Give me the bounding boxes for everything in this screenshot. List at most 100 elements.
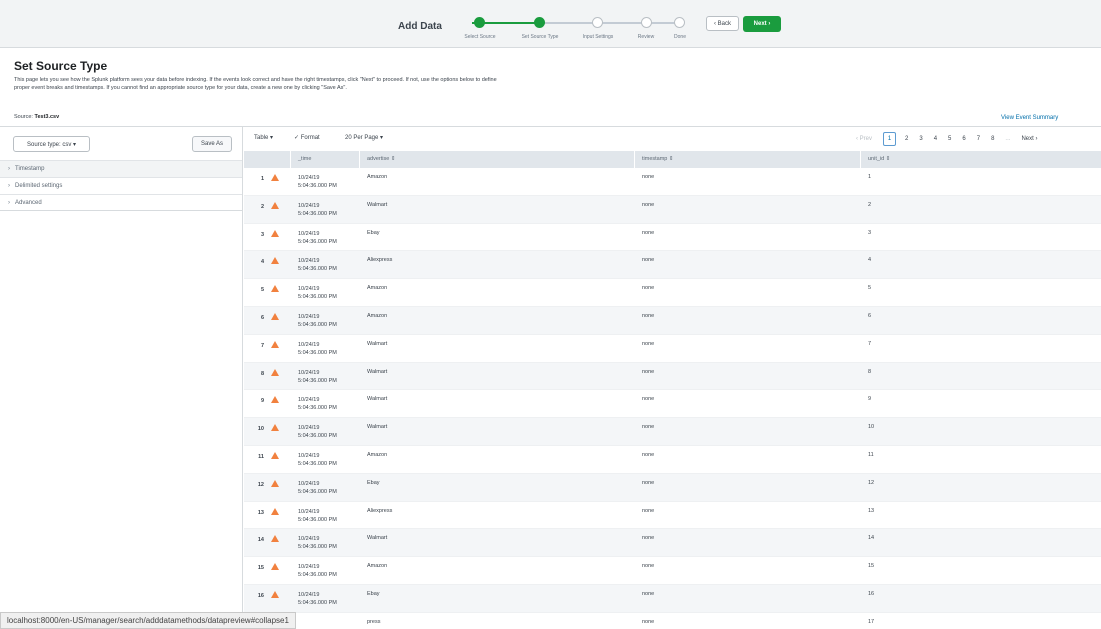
wizard-title: Add Data — [398, 21, 442, 32]
cell-timestamp: none — [642, 257, 655, 264]
events-table: _time advertise ⇕ timestamp ⇕ unit_id ⇕ … — [244, 151, 1101, 629]
page-button-8[interactable]: 8 — [991, 136, 994, 142]
table-row[interactable]: 6 10/24/19 5:04:36.000 PM Amazon none 6 — [244, 306, 1101, 335]
page-button-1[interactable]: 1 — [883, 131, 897, 146]
step-dot-input-settings — [592, 17, 603, 28]
event-time: 10/24/19 5:04:36.000 PM — [298, 424, 337, 440]
table-row[interactable]: 17pressnone17 — [244, 613, 1101, 629]
cell-unit-id: 1 — [868, 174, 872, 180]
warning-icon[interactable] — [271, 201, 279, 209]
cell-unit-id: 6 — [868, 312, 872, 319]
event-date: 10/24/19 — [298, 452, 320, 459]
row-number: 1 — [260, 176, 264, 182]
table-view-dropdown[interactable]: Table ▾ — [254, 134, 273, 141]
back-button[interactable]: ‹ Back — [706, 16, 739, 31]
event-date: 10/24/19 — [298, 425, 320, 432]
warning-icon[interactable] — [271, 479, 279, 487]
step-dot-set-source-type — [534, 17, 545, 28]
cell-unit-id: 3 — [868, 229, 872, 236]
cell-unit-id: 5 — [868, 285, 872, 292]
table-row[interactable]: 12 10/24/19 5:04:36.000 PM Ebay none 12 — [244, 473, 1101, 502]
warning-icon[interactable] — [271, 174, 279, 181]
table-row[interactable]: 7 10/24/19 5:04:36.000 PM Walmart none 7 — [244, 335, 1101, 363]
warning-icon[interactable] — [271, 451, 279, 459]
event-clock: 5:04:36.000 PM — [298, 294, 337, 301]
event-clock: 5:04:36.000 PM — [298, 321, 337, 328]
table-row[interactable]: 11 10/24/19 5:04:36.000 PM Amazon none 11 — [244, 446, 1101, 474]
accordion-timestamp[interactable]: › Timestamp — [0, 160, 242, 177]
warning-icon[interactable] — [271, 563, 279, 571]
warning-icon[interactable] — [271, 229, 279, 237]
warning-icon[interactable] — [271, 507, 279, 515]
warning-icon[interactable] — [271, 535, 279, 543]
warning-icon[interactable] — [271, 396, 279, 404]
column-header-time[interactable]: _time — [298, 156, 311, 162]
row-number: 3 — [260, 231, 264, 238]
next-button[interactable]: Next › — [743, 16, 781, 32]
pagination: ‹ Prev 1 2 3 4 5 6 7 8 ... Next › — [856, 131, 1048, 146]
prev-page-button[interactable]: ‹ Prev — [856, 136, 872, 142]
cell-timestamp: none — [642, 590, 655, 597]
table-row[interactable]: 1 10/24/19 5:04:36.000 PM Amazon none 1 — [244, 168, 1101, 196]
table-row[interactable]: 2 10/24/19 5:04:36.000 PM Walmart none 2 — [244, 195, 1101, 224]
per-page-dropdown[interactable]: 20 Per Page ▾ — [345, 134, 383, 141]
event-date: 10/24/19 — [298, 480, 320, 487]
table-row[interactable]: 13 10/24/19 5:04:36.000 PM Aliexpress none 13 — [244, 502, 1101, 530]
column-header-advertise[interactable]: advertise ⇕ — [367, 156, 395, 162]
chevron-right-icon: › — [8, 166, 10, 172]
cell-unit-id: 7 — [868, 340, 872, 347]
cell-timestamp: none — [642, 396, 655, 403]
row-number: 10 — [257, 426, 264, 433]
warning-icon[interactable] — [271, 590, 279, 598]
warning-icon[interactable] — [271, 285, 279, 293]
row-number: 7 — [260, 342, 264, 349]
table-row[interactable]: 4 10/24/19 5:04:36.000 PM Aliexpress none 4 — [244, 251, 1101, 280]
page-button-4[interactable]: 4 — [934, 136, 937, 142]
view-event-summary-link[interactable]: View Event Summary — [1001, 115, 1058, 121]
page-button-6[interactable]: 6 — [962, 136, 965, 142]
warning-icon[interactable] — [271, 424, 279, 432]
cell-advertise: Ebay — [367, 590, 380, 597]
row-number: 5 — [260, 287, 264, 294]
table-row[interactable]: 14 10/24/19 5:04:36.000 PM Walmart none 14 — [244, 529, 1101, 558]
accordion-label: Advanced — [15, 199, 42, 206]
event-time: 10/24/19 5:04:36.000 PM — [298, 563, 337, 579]
table-row[interactable]: 3 10/24/19 5:04:36.000 PM Ebay none 3 — [244, 224, 1101, 252]
settings-accordion: › Timestamp › Delimited settings › Advan… — [0, 160, 242, 211]
table-row[interactable]: 16 10/24/19 5:04:36.000 PM Ebay none 16 — [244, 584, 1101, 613]
accordion-delimited-settings[interactable]: › Delimited settings — [0, 177, 242, 194]
warning-icon[interactable] — [271, 340, 279, 348]
page-button-7[interactable]: 7 — [977, 136, 980, 142]
column-header-unit-id[interactable]: unit_id ⇕ — [868, 156, 890, 162]
table-row[interactable]: 5 10/24/19 5:04:36.000 PM Amazon none 5 — [244, 279, 1101, 307]
column-divider — [290, 151, 291, 168]
save-as-button[interactable]: Save As — [192, 136, 232, 152]
event-clock: 5:04:36.000 PM — [298, 516, 337, 523]
cell-timestamp: none — [642, 174, 655, 180]
page-button-3[interactable]: 3 — [919, 136, 922, 142]
step-label-set-source-type: Set Source Type — [521, 34, 559, 40]
page-button-5[interactable]: 5 — [948, 136, 951, 142]
format-button[interactable]: ✓ Format — [294, 134, 320, 141]
cell-unit-id: 10 — [868, 424, 875, 431]
warning-icon[interactable] — [271, 312, 279, 320]
page-button-2[interactable]: 2 — [905, 136, 908, 142]
table-row[interactable]: 8 10/24/19 5:04:36.000 PM Walmart none 8 — [244, 362, 1101, 391]
warning-icon[interactable] — [271, 368, 279, 376]
table-row[interactable]: 9 10/24/19 5:04:36.000 PM Walmart none 9 — [244, 390, 1101, 419]
warning-icon[interactable] — [271, 257, 279, 265]
step-label-input-settings: Input Settings — [582, 34, 614, 40]
step-label-done: Done — [674, 34, 686, 40]
table-row[interactable]: 10 10/24/19 5:04:36.000 PM Walmart none 10 — [244, 418, 1101, 446]
accordion-advanced[interactable]: › Advanced — [0, 194, 242, 211]
event-time: 10/24/19 5:04:36.000 PM — [298, 313, 337, 329]
event-date: 10/24/19 — [298, 536, 320, 543]
cell-advertise: Walmart — [367, 340, 388, 347]
next-page-button[interactable]: Next › — [1021, 136, 1037, 142]
column-header-timestamp[interactable]: timestamp ⇕ — [642, 156, 674, 162]
source-type-dropdown[interactable]: Source type: csv ▾ — [13, 136, 90, 152]
wizard-steps: Select Source Set Source Type Input Sett… — [458, 14, 698, 44]
cell-advertise: Amazon — [367, 563, 388, 570]
event-time: 10/24/19 5:04:36.000 PM — [298, 480, 337, 496]
table-row[interactable]: 15 10/24/19 5:04:36.000 PM Amazon none 15 — [244, 557, 1101, 585]
